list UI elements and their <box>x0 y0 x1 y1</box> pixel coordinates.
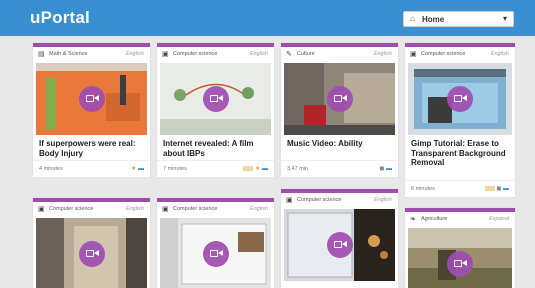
card-actions: ◼ ▬ <box>484 185 509 192</box>
card-thumbnail[interactable] <box>160 63 271 135</box>
card-language: English <box>249 51 268 57</box>
card-duration: 3.47 min <box>287 166 309 172</box>
computer-icon: ▣ <box>286 197 293 204</box>
card-title[interactable]: Internet revealed: A film about IBPs <box>163 139 268 158</box>
card-header: ▤ Math & Science English <box>33 47 150 61</box>
card-footer: 6 minutes ◼ ▬ <box>405 180 515 197</box>
card-thumbnail[interactable] <box>160 218 271 288</box>
home-select[interactable]: ⌂ Home ▾ <box>403 11 514 27</box>
leaf-icon: ❧ <box>410 216 416 223</box>
play-video-icon[interactable] <box>326 232 353 258</box>
card-actions: ◼ ▬ <box>379 165 392 172</box>
card-header: ▣ Computer science English <box>405 47 515 61</box>
play-video-icon[interactable] <box>78 86 105 112</box>
computer-icon: ▣ <box>162 51 169 58</box>
video-card[interactable]: ❧ Agriculture Espanol <box>405 208 515 288</box>
tag-icon[interactable] <box>243 165 254 171</box>
card-thumbnail[interactable] <box>36 218 147 288</box>
card-footer: 4 minutes ★ ▬ <box>33 160 150 177</box>
card-header: ▣ Computer science English <box>33 202 150 216</box>
card-header: ▣ Computer science English <box>157 202 274 216</box>
play-video-icon[interactable] <box>326 86 353 112</box>
chevron-down-icon: ▾ <box>502 14 507 23</box>
play-video-icon[interactable] <box>447 86 473 112</box>
card-header: ▣ Computer science English <box>157 47 274 61</box>
tag-icon[interactable] <box>484 185 495 191</box>
card-language: English <box>125 206 144 212</box>
comment-icon[interactable]: ▬ <box>138 166 144 172</box>
card-header: ❧ Agriculture Espanol <box>405 212 515 226</box>
view-icon[interactable]: ◼ <box>496 186 501 192</box>
card-category: Culture <box>297 51 315 57</box>
play-video-icon[interactable] <box>78 241 105 267</box>
comment-icon[interactable]: ▬ <box>262 166 268 172</box>
video-card[interactable]: ▤ Math & Science English If superpowers … <box>33 43 150 177</box>
card-thumbnail[interactable] <box>284 209 395 281</box>
card-language: English <box>125 51 144 57</box>
star-icon[interactable]: ★ <box>131 166 136 172</box>
computer-icon: ▣ <box>38 206 45 213</box>
computer-icon: ▣ <box>162 206 169 213</box>
app-logo[interactable]: uPortal <box>30 8 90 28</box>
view-icon[interactable]: ◼ <box>379 166 384 172</box>
card-thumbnail[interactable] <box>408 63 512 135</box>
card-category: Math & Science <box>49 51 88 57</box>
card-duration: 6 minutes <box>411 186 435 192</box>
card-header: ▣ Computer science English <box>281 193 398 207</box>
book-icon: ▤ <box>38 51 45 58</box>
card-title[interactable]: If superpowers were real: Body Injury <box>39 139 144 158</box>
home-select-label: Home <box>422 15 445 24</box>
card-language: English <box>490 51 509 57</box>
top-bar: uPortal ⌂ Home ▾ <box>0 0 535 36</box>
card-thumbnail[interactable] <box>36 63 147 135</box>
card-actions: ★ ▬ <box>131 165 144 172</box>
video-card[interactable]: ▣ Computer science English <box>33 198 150 288</box>
video-card[interactable]: ▣ Computer science English Internet reve… <box>157 43 274 177</box>
comment-icon[interactable]: ▬ <box>503 186 509 192</box>
video-card[interactable]: ▣ Computer science English <box>157 198 274 288</box>
card-thumbnail[interactable] <box>284 63 395 135</box>
card-language: English <box>373 197 392 203</box>
card-language: English <box>249 206 268 212</box>
card-category: Computer science <box>173 51 218 57</box>
card-title[interactable]: Music Video: Ability <box>287 139 392 149</box>
card-thumbnail[interactable] <box>408 228 512 288</box>
video-card[interactable]: ▣ Computer science English <box>281 189 398 288</box>
computer-icon: ▣ <box>410 51 417 58</box>
play-video-icon[interactable] <box>202 241 229 267</box>
card-footer: 7 minutes ★ ▬ <box>157 160 274 177</box>
card-category: Computer science <box>173 206 218 212</box>
play-video-icon[interactable] <box>202 86 229 112</box>
play-video-icon[interactable] <box>447 251 473 277</box>
card-duration: 4 minutes <box>39 166 63 172</box>
home-icon: ⌂ <box>410 14 415 23</box>
card-footer: 3.47 min ◼ ▬ <box>281 160 398 177</box>
card-category: Computer science <box>421 51 466 57</box>
card-language: English <box>373 51 392 57</box>
video-card[interactable]: ▣ Computer science English Gimp Tutorial… <box>405 43 515 197</box>
star-icon[interactable]: ★ <box>255 166 260 172</box>
card-category: Agriculture <box>421 216 448 222</box>
card-title[interactable]: Gimp Tutorial: Erase to Transparent Back… <box>411 139 509 168</box>
card-category: Computer science <box>297 197 342 203</box>
card-actions: ★ ▬ <box>243 165 268 172</box>
video-card[interactable]: ✎ Culture English Music Video: Ability 3… <box>281 43 398 177</box>
card-header: ✎ Culture English <box>281 47 398 61</box>
card-duration: 7 minutes <box>163 166 187 172</box>
card-category: Computer science <box>49 206 94 212</box>
culture-icon: ✎ <box>286 51 292 58</box>
card-language: Espanol <box>489 216 509 222</box>
comment-icon[interactable]: ▬ <box>386 166 392 172</box>
